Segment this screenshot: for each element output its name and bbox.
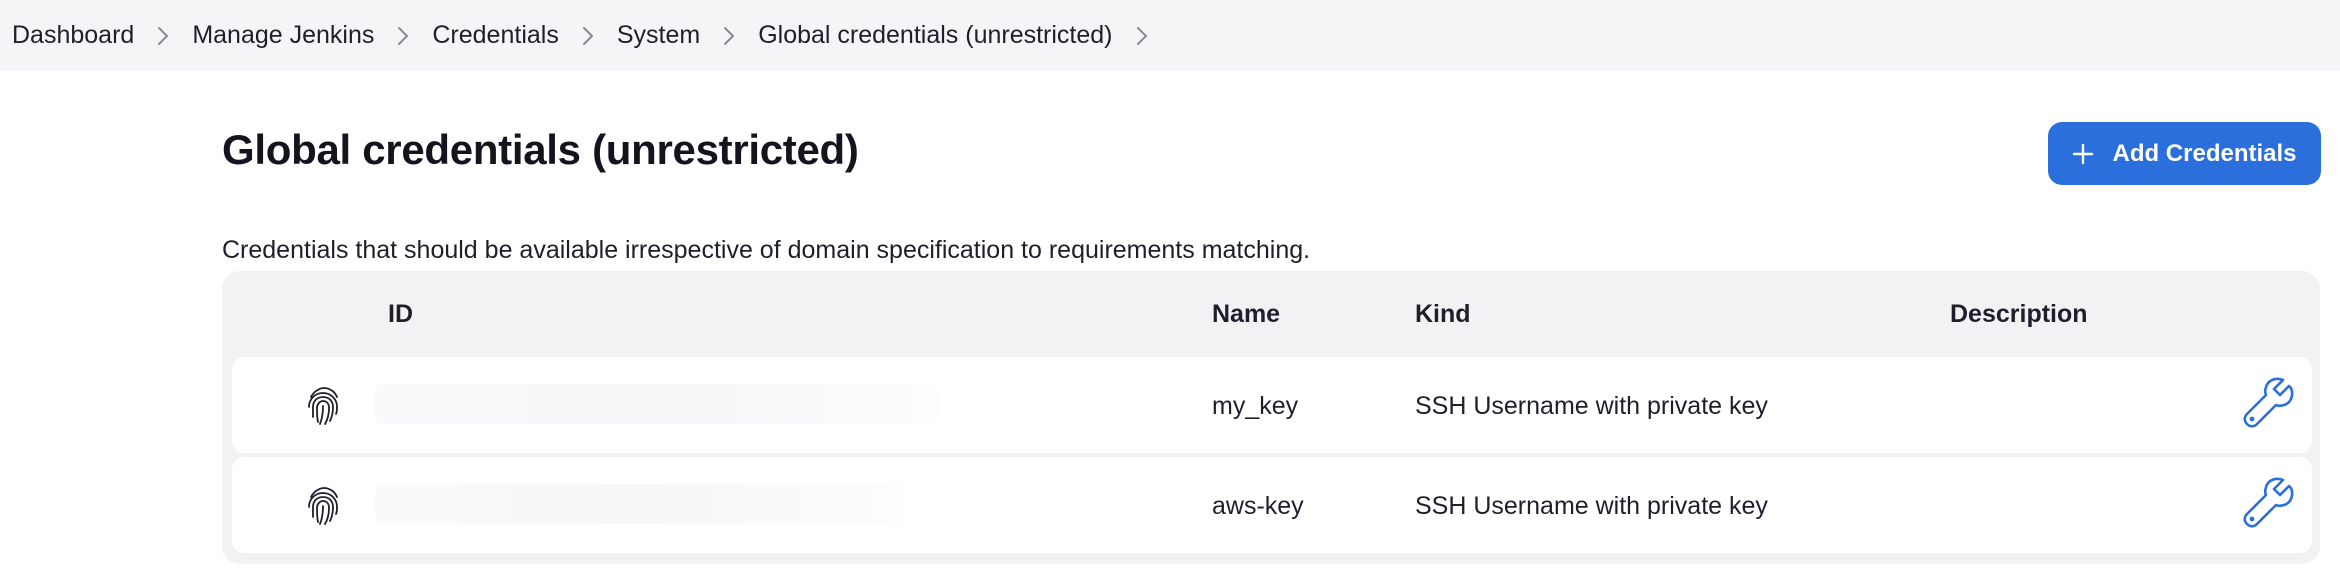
- wrench-icon[interactable]: [2241, 375, 2295, 429]
- fingerprint-icon: [308, 487, 338, 525]
- page-title: Global credentials (unrestricted): [222, 126, 859, 173]
- page-description: Credentials that should be available irr…: [222, 236, 1311, 264]
- column-header-kind[interactable]: Kind: [1415, 300, 1471, 329]
- breadcrumb-system[interactable]: System: [617, 21, 700, 50]
- redacted-id: [375, 484, 905, 524]
- breadcrumb-manage-jenkins[interactable]: Manage Jenkins: [192, 21, 374, 50]
- chevron-right-icon[interactable]: [1113, 0, 1171, 71]
- breadcrumb: Dashboard Manage Jenkins Credentials Sys…: [0, 0, 2340, 71]
- breadcrumb-dashboard[interactable]: Dashboard: [12, 21, 134, 50]
- plus-icon: [2073, 143, 2094, 164]
- add-credentials-label: Add Credentials: [2112, 139, 2297, 167]
- redacted-id: [375, 384, 940, 424]
- credential-name: aws-key: [1212, 492, 1304, 520]
- credential-name: my_key: [1212, 392, 1299, 420]
- chevron-right-icon[interactable]: [559, 0, 617, 71]
- chevron-right-icon[interactable]: [134, 0, 192, 71]
- credential-kind: SSH Username with private key: [1415, 492, 1768, 520]
- breadcrumb-credentials[interactable]: Credentials: [432, 21, 558, 50]
- column-header-id[interactable]: ID: [388, 300, 413, 329]
- chevron-right-icon[interactable]: [374, 0, 432, 71]
- chevron-right-icon[interactable]: [700, 0, 758, 71]
- column-header-description[interactable]: Description: [1950, 300, 2088, 329]
- column-header-name[interactable]: Name: [1212, 300, 1280, 329]
- credential-kind: SSH Username with private key: [1415, 392, 1768, 420]
- add-credentials-button[interactable]: Add Credentials: [2048, 122, 2321, 185]
- breadcrumb-global-credentials[interactable]: Global credentials (unrestricted): [758, 21, 1112, 50]
- fingerprint-icon: [308, 387, 338, 425]
- wrench-icon[interactable]: [2241, 475, 2295, 529]
